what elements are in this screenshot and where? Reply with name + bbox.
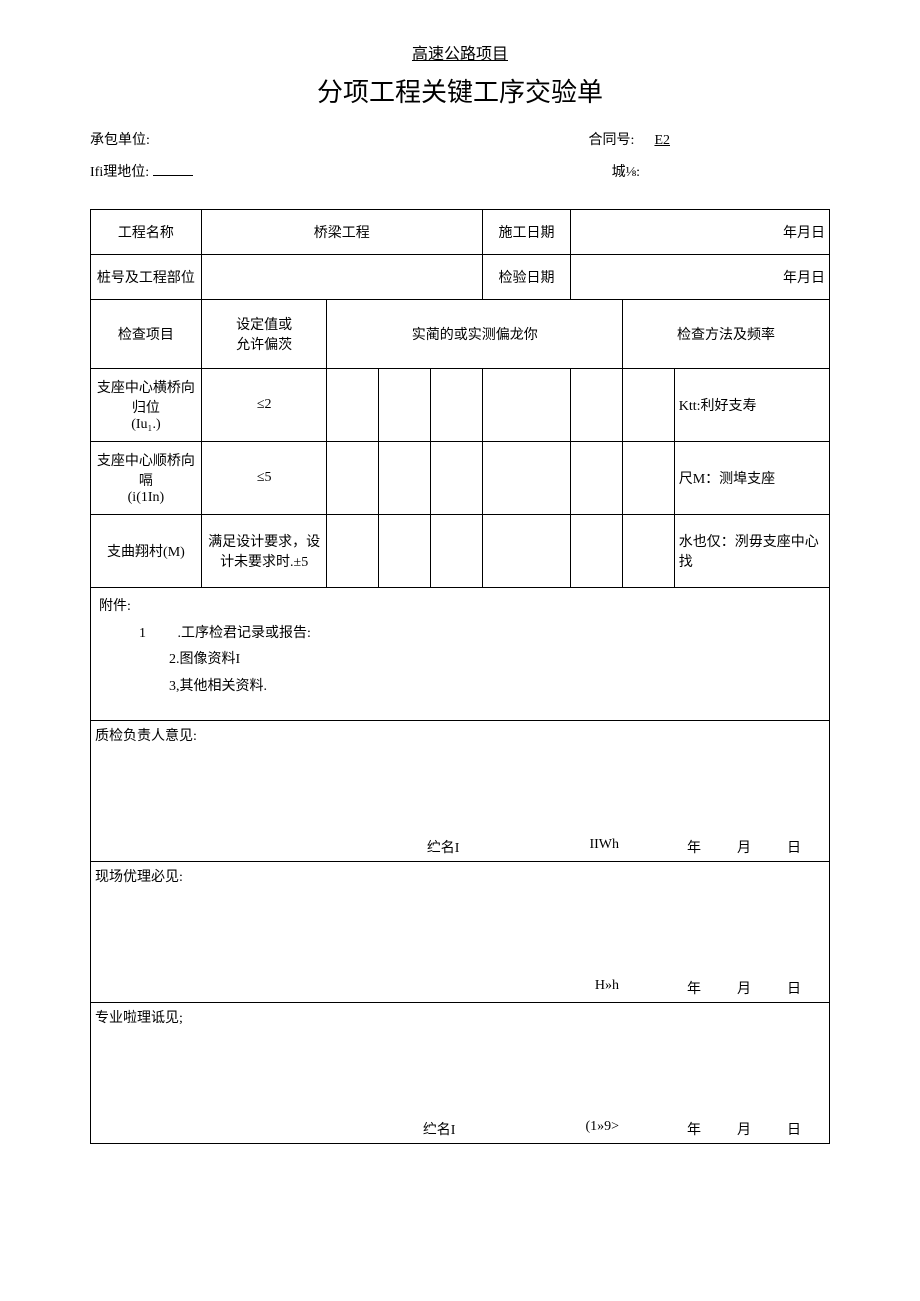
main-table: 工程名称 桥梁工程 施工日期 年月日 桩号及工程部位 检验日期 年月日 检查项目… <box>90 209 830 1144</box>
inspect-date-value: 年月日 <box>571 255 830 300</box>
row3-setting: 满足设计要求，设计未要求时.±5 <box>201 515 327 588</box>
row2-item: 支座中心顺桥向嗝 (i(1In) <box>91 442 202 515</box>
col-method-header: 检查方法及频率 <box>623 300 830 369</box>
row2-actual-6 <box>623 442 675 515</box>
contractor-label: 承包单位: <box>90 129 150 149</box>
opinion-site-date: 年月日 <box>669 978 819 998</box>
row3-item: 支曲翔村(M) <box>91 515 202 588</box>
opinion-pro-sigid: (1»9> <box>585 1119 619 1139</box>
opinion-qc: 质检负责人意见: 纻名I IIWh 年月日 <box>91 721 830 862</box>
row3-actual-4 <box>482 515 571 588</box>
opinion-site-sigid: H»h <box>595 978 619 998</box>
stake-label: 桩号及工程部位 <box>91 255 202 300</box>
attachments-cell: 附件: 1 .工序检君记录或报告: 2.图像资料I 3,其他相关资料. <box>91 588 830 721</box>
row3-actual-6 <box>623 515 675 588</box>
row1-setting: ≤2 <box>201 369 327 442</box>
attachment-item-2: 2.图像资料I <box>99 647 821 674</box>
attachments-label: 附件: <box>99 594 821 621</box>
project-name-value: 桥梁工程 <box>201 210 482 255</box>
row3-actual-1 <box>327 515 379 588</box>
row2-actual-4 <box>482 442 571 515</box>
row3-method: 水也仅：洌毋支座中心找 <box>674 515 829 588</box>
supervisor-blank <box>153 175 193 176</box>
contract-no-label: 合同号: <box>589 129 635 149</box>
row2-actual-2 <box>379 442 431 515</box>
attachment-item-3: 3,其他相关资料. <box>99 674 821 701</box>
supervisor-label: Ifi理地位: <box>90 161 149 181</box>
row1-actual-3 <box>430 369 482 442</box>
opinion-site: 现场优理必见: H»h 年月日 <box>91 862 830 1003</box>
attachment-item-1: 1 .工序检君记录或报告: <box>99 621 821 648</box>
col-actual-header: 实蔺的或实测偏龙你 <box>327 300 623 369</box>
row1-actual-1 <box>327 369 379 442</box>
opinion-pro-date: 年月日 <box>669 1119 819 1139</box>
row2-actual-5 <box>571 442 623 515</box>
page-title: 分项工程关键工序交验单 <box>90 72 830 109</box>
row1-method: Ktt:利好支寿 <box>674 369 829 442</box>
opinion-pro: 专业啦理诋见; 纻名I (1»9> 年月日 <box>91 1003 830 1144</box>
subtitle: 高速公路项目 <box>90 40 830 64</box>
row2-actual-3 <box>430 442 482 515</box>
contract-no-value: E2 <box>654 133 670 149</box>
opinion-qc-label: 质检负责人意见: <box>95 725 197 745</box>
construct-date-value: 年月日 <box>571 210 830 255</box>
meta-row-1: 承包单位: 合同号: E2 <box>90 129 830 149</box>
row3-actual-3 <box>430 515 482 588</box>
row3-actual-5 <box>571 515 623 588</box>
opinion-pro-signame: 纻名I <box>423 1119 456 1139</box>
col-item-header: 检查项目 <box>91 300 202 369</box>
opinion-qc-date: 年月日 <box>669 837 819 857</box>
inspect-date-label: 检验日期 <box>482 255 571 300</box>
construct-date-label: 施工日期 <box>482 210 571 255</box>
opinion-qc-signame: 纻名I <box>427 837 460 857</box>
opinion-site-label: 现场优理必见: <box>95 866 183 886</box>
row2-actual-1 <box>327 442 379 515</box>
row1-item: 支座中心横桥向归位 (Iu₁.) <box>91 369 202 442</box>
number-label: 城⅛: <box>612 161 640 181</box>
row2-setting: ≤5 <box>201 442 327 515</box>
row1-actual-4 <box>482 369 571 442</box>
row1-actual-5 <box>571 369 623 442</box>
col-setting-header: 设定值或 允许偏茨 <box>201 300 327 369</box>
row1-actual-2 <box>379 369 431 442</box>
stake-value <box>201 255 482 300</box>
meta-row-2: Ifi理地位: 城⅛: <box>90 161 830 181</box>
opinion-pro-label: 专业啦理诋见; <box>95 1007 183 1027</box>
row3-actual-2 <box>379 515 431 588</box>
row1-actual-6 <box>623 369 675 442</box>
row2-method: 尺M：测埠支座 <box>674 442 829 515</box>
opinion-qc-sigid: IIWh <box>589 837 619 857</box>
project-name-label: 工程名称 <box>91 210 202 255</box>
